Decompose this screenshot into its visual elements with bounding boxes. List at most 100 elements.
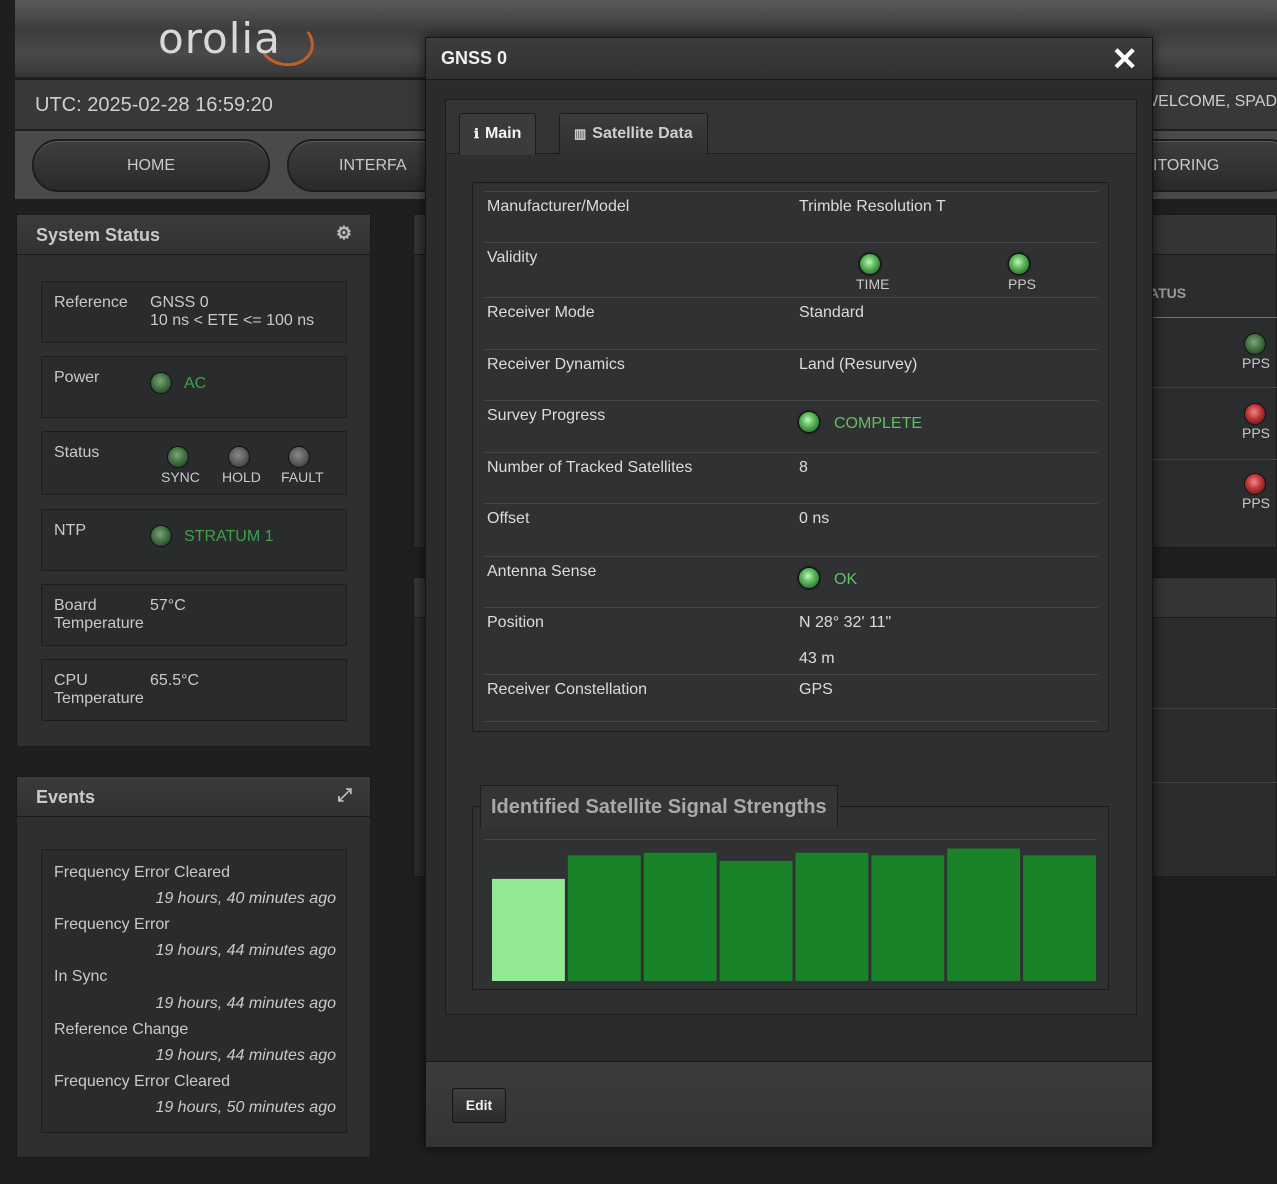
cpu-label-2: Temperature: [54, 690, 144, 707]
panel-title: Events: [36, 787, 96, 807]
status-card: Status SYNC HOLD FAULT: [41, 431, 347, 495]
reference-detail: 10 ns < ETE <= 100 ns: [150, 312, 315, 329]
gnss-modal: GNSS 0 ✕ ℹ Main ▥ Satellite Data Manufactu…: [425, 37, 1153, 1147]
tab-satellite-label: Satellite Data: [592, 125, 693, 142]
reference-value: GNSS 0: [150, 294, 209, 311]
orolia-logo: orolia: [158, 14, 318, 71]
row-label: Validity: [487, 249, 538, 266]
table-row: Receiver Mode Standard: [484, 297, 1098, 349]
receiver-info-table: Manufacturer/Model Trimble Resolution T …: [472, 182, 1109, 732]
pps-caption: PPS: [1008, 276, 1037, 292]
pps-led: [1244, 333, 1266, 355]
system-status-panel: System Status ⚙ Reference GNSS 0 10 ns <…: [16, 214, 371, 747]
reference-card: Reference GNSS 0 10 ns < ETE <= 100 ns: [41, 281, 347, 343]
pps-caption: PPS: [1242, 355, 1271, 371]
table-row: Number of Tracked Satellites 8: [484, 452, 1098, 503]
cpu-label: CPU: [54, 672, 88, 689]
survey-value: COMPLETE: [834, 415, 923, 432]
table-row: Validity TIME PPS: [484, 242, 1098, 297]
time-led: [859, 253, 881, 275]
signal-bar-2: [567, 855, 641, 981]
events-panel: Events ⤢ Frequency Error Cleared 19 hour…: [16, 776, 371, 1158]
table-row: Offset 0 ns: [484, 503, 1098, 556]
signal-bar-4: [719, 860, 793, 981]
board-label-2: Temperature: [54, 615, 144, 632]
modal-footer: Edit: [426, 1061, 1152, 1147]
board-label: Board: [54, 597, 97, 614]
system-status-header: System Status ⚙: [17, 215, 370, 255]
ntp-led: [150, 525, 172, 547]
event-time: 19 hours, 50 minutes ago: [155, 1099, 336, 1116]
event-name: In Sync: [54, 968, 108, 985]
ntp-label: NTP: [54, 522, 86, 539]
nav-home-button[interactable]: HOME: [32, 139, 270, 192]
event-time: 19 hours, 44 minutes ago: [155, 995, 336, 1012]
expand-icon[interactable]: ⤢: [338, 785, 352, 806]
row-value: Trimble Resolution T: [799, 198, 946, 215]
ntp-card: NTP STRATUM 1: [41, 509, 347, 571]
row-value: 8: [799, 459, 808, 476]
event-time: 19 hours, 44 minutes ago: [155, 1047, 336, 1064]
pps-caption: PPS: [1242, 425, 1271, 441]
cpu-temp-card: CPU Temperature 65.5°C: [41, 659, 347, 721]
welcome-text: WELCOME, SPAD: [1143, 93, 1277, 110]
close-icon[interactable]: ✕: [1111, 40, 1138, 78]
info-icon: ℹ: [474, 126, 479, 141]
tab-container: ℹ Main ▥ Satellite Data Manufacturer/Model…: [445, 99, 1137, 1015]
chart-title: Identified Satellite Signal Strengths: [480, 785, 838, 828]
signal-bar-7: [947, 848, 1021, 981]
event-name: Reference Change: [54, 1021, 189, 1038]
row-label: Manufacturer/Model: [487, 198, 630, 215]
fault-caption: FAULT: [281, 469, 324, 485]
signal-bars: [492, 848, 1096, 981]
signal-bar-6: [871, 855, 945, 981]
board-temp-value: 57°C: [150, 597, 186, 614]
event-name: Frequency Error: [54, 916, 170, 933]
row-label: Antenna Sense: [487, 563, 597, 580]
panel-title: System Status: [36, 225, 161, 245]
gear-icon[interactable]: ⚙: [336, 223, 352, 244]
tab-satellite-data[interactable]: ▥ Satellite Data: [559, 113, 708, 154]
event-name: Frequency Error Cleared: [54, 1073, 231, 1090]
table-row: Receiver Dynamics Land (Resurvey): [484, 349, 1098, 400]
hold-led: [228, 446, 250, 468]
position-value: N 28° 32' 11": [799, 614, 892, 631]
sync-caption: SYNC: [161, 469, 200, 485]
signal-bar-1: [492, 878, 565, 981]
fault-led: [288, 446, 310, 468]
event-time: 19 hours, 44 minutes ago: [155, 942, 336, 959]
ntp-value: STRATUM 1: [184, 528, 274, 545]
modal-body: ℹ Main ▥ Satellite Data Manufacturer/Model…: [426, 81, 1152, 1061]
tab-main[interactable]: ℹ Main: [459, 113, 537, 155]
table-row: Position N 28° 32' 11" 43 m: [484, 607, 1098, 674]
signal-bar-8: [1023, 855, 1096, 981]
bar-chart-icon: ▥: [574, 126, 587, 141]
row-value: Standard: [799, 304, 864, 321]
status-label: Status: [54, 444, 100, 461]
tab-strip: ℹ Main ▥ Satellite Data: [446, 100, 1136, 155]
modal-title: GNSS 0: [441, 48, 508, 68]
pps-caption: PPS: [1242, 495, 1271, 511]
status-column-header: ATUS: [1149, 285, 1187, 301]
row-label: Survey Progress: [487, 407, 606, 424]
table-row: Receiver Constellation GPS: [484, 674, 1098, 722]
antenna-value: OK: [834, 571, 858, 588]
row-label: Offset: [487, 510, 530, 527]
pps-led: [1244, 473, 1266, 495]
row-value: 0 ns: [799, 510, 830, 527]
signal-strength-chart: [472, 806, 1109, 990]
time-caption: TIME: [856, 276, 890, 292]
sync-led: [167, 446, 189, 468]
edit-button[interactable]: Edit: [452, 1088, 506, 1123]
row-label: Receiver Mode: [487, 304, 595, 321]
row-value: Land (Resurvey): [799, 356, 918, 373]
tab-main-label: Main: [484, 125, 522, 142]
row-label: Number of Tracked Satellites: [487, 459, 693, 476]
power-label: Power: [54, 369, 100, 386]
signal-bar-3: [643, 852, 717, 981]
hold-caption: HOLD: [222, 469, 261, 485]
table-row: Antenna Sense OK: [484, 556, 1098, 607]
modal-header: GNSS 0 ✕: [426, 38, 1152, 80]
cpu-temp-value: 65.5°C: [150, 672, 200, 689]
signal-bar-5: [795, 852, 869, 981]
